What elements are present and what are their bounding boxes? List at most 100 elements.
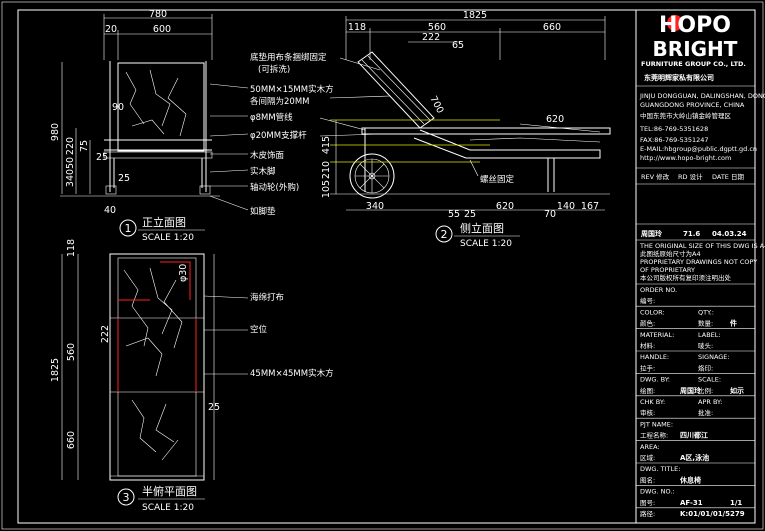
note-veneer: 木皮饰面 bbox=[250, 150, 285, 161]
dim-plan-222: 222 bbox=[100, 325, 111, 343]
tb-field-label: PJT NAME: bbox=[640, 420, 673, 428]
tb-field-label: COLOR: bbox=[640, 308, 665, 316]
dim-front-left: 20 bbox=[105, 24, 117, 35]
plan-note-leaders bbox=[203, 295, 249, 375]
dim-plan-25: 25 bbox=[208, 402, 220, 413]
tb-field-value2: 件 bbox=[730, 319, 737, 328]
rev-row-2: 71.6 bbox=[683, 230, 700, 238]
notice-5: 本公司版权所有复印须注明出处 bbox=[640, 273, 732, 282]
front-cushion-texture bbox=[125, 69, 187, 137]
company-cn: 东莞明辉家私有限公司 bbox=[644, 73, 714, 82]
notice-1: THE ORIGINAL SIZE OF THIS DWG IS A4 bbox=[639, 242, 765, 250]
side-backrest-slats bbox=[361, 55, 431, 125]
dim-side-340: 340 bbox=[366, 201, 384, 212]
dim-side-70: 70 bbox=[544, 209, 556, 220]
front-elevation: 780 600 20 980 220 50 75 340 90 25 40 25… bbox=[50, 9, 220, 243]
dim-side-210: 210 bbox=[321, 161, 332, 179]
note-wood-leg: 实木脚 bbox=[250, 166, 276, 177]
front-rail bbox=[103, 151, 213, 159]
tb-field-label: 材料: bbox=[640, 341, 655, 350]
tb-field-label: ORDER NO. bbox=[640, 286, 677, 294]
note-pipe: φ8MM管线 bbox=[250, 112, 293, 123]
logo-bottom: BRIGHT bbox=[653, 37, 738, 61]
dim-side-620: 620 bbox=[546, 114, 564, 125]
note-leaders-left bbox=[209, 83, 249, 211]
tb-field-label: 拉手: bbox=[640, 363, 655, 372]
tb-field-label: AREA: bbox=[640, 443, 660, 451]
dim-side-620b: 620 bbox=[496, 201, 514, 212]
email: E-MAIL:hbgroup@public.dgptt.gd.cn bbox=[640, 145, 757, 153]
dim-plan-660: 660 bbox=[66, 431, 77, 449]
tb-field-value: 休息椅 bbox=[679, 475, 701, 484]
rev-header-3: DATE 日期 bbox=[712, 173, 744, 181]
note-leaders-right bbox=[319, 57, 391, 137]
dim-side-105: 105 bbox=[321, 180, 332, 198]
tb-field-label: 编号: bbox=[640, 296, 655, 305]
note-wood-strip-2: 各间隔为20MM bbox=[250, 96, 309, 107]
dim-front-40: 40 bbox=[104, 205, 116, 216]
rev-header-1: REV 修改 bbox=[641, 172, 670, 181]
side-view-title: 侧立面图 bbox=[460, 221, 504, 235]
tb-field-value2: 1/1 bbox=[730, 499, 742, 507]
front-back-cushion bbox=[117, 62, 205, 152]
dim-plan-560: 560 bbox=[66, 343, 77, 361]
tb-field-value: 四川都江 bbox=[680, 431, 708, 440]
dim-side-25: 25 bbox=[464, 209, 476, 220]
cad-drawing-canvas: 780 600 20 980 220 50 75 340 90 25 40 25… bbox=[0, 0, 765, 531]
half-plan-view: 25 φ30 1825 118 222 560 660 海绵打布 空位 45MM… bbox=[50, 239, 334, 513]
address-1: JINJU DONGGUAN, DALINGSHAN, DONGGUAN bbox=[639, 92, 765, 100]
note-foot-pad: 如脚垫 bbox=[250, 206, 276, 217]
tb-field-label2: QTY.: bbox=[698, 308, 714, 316]
tb-field-label2: SCALE: bbox=[698, 376, 721, 384]
dim-plan-30: φ30 bbox=[178, 264, 189, 282]
note-screw-fix: 螺丝固定 bbox=[480, 174, 515, 185]
tb-field-value2: 如示 bbox=[730, 386, 744, 395]
side-view-number: 2 bbox=[441, 228, 448, 241]
side-view-scale: SCALE 1:20 bbox=[460, 239, 512, 249]
tb-field-label2: SIGNAGE: bbox=[698, 353, 730, 361]
tb-field-label2: 数量: bbox=[698, 319, 713, 328]
note-cushion-tie-2: (可拆洗) bbox=[258, 64, 290, 75]
rev-row-1: 周国玲 bbox=[641, 229, 663, 238]
plan-cushion bbox=[117, 257, 197, 477]
dim-side-660: 660 bbox=[543, 22, 561, 33]
tb-field-label2: 烙印: bbox=[698, 363, 713, 372]
logo-top: HOPO bbox=[659, 13, 731, 38]
plan-cushion-texture bbox=[123, 267, 183, 461]
dim-side-140: 140 bbox=[557, 201, 575, 212]
plan-view-title: 半俯平面图 bbox=[142, 484, 197, 498]
tb-field-label2: 批准: bbox=[698, 408, 713, 417]
drawing-svg: 780 600 20 980 220 50 75 340 90 25 40 25… bbox=[1, 1, 765, 530]
tb-field-label: 审核: bbox=[640, 408, 655, 417]
dim-front-inner-width: 600 bbox=[153, 24, 171, 35]
tb-field-label: 路径: bbox=[640, 509, 655, 518]
tb-field-label: 区域: bbox=[640, 453, 655, 462]
tb-field-value: K:01/01/01/5279 bbox=[680, 510, 745, 518]
tb-field-label: 图名: bbox=[640, 475, 655, 484]
tb-field-label2: LABEL: bbox=[698, 331, 721, 339]
front-view-scale: SCALE 1:20 bbox=[142, 233, 194, 243]
plan-view-number: 3 bbox=[123, 491, 130, 504]
side-backrest bbox=[357, 51, 435, 129]
front-view-number: 1 bbox=[125, 222, 132, 235]
material-notes: 底垫用布条捆绑固定 (可拆洗) 50MM×15MM实木方 各间隔为20MM φ8… bbox=[209, 52, 391, 217]
dim-plan-118: 118 bbox=[66, 239, 77, 257]
dim-front-90: 90 bbox=[112, 102, 124, 113]
note-wood-square: 45MM×45MM实木方 bbox=[250, 368, 334, 379]
dim-side-118: 118 bbox=[348, 22, 366, 33]
tb-field-value: A区,泳池 bbox=[680, 453, 709, 462]
note-empty-slot: 空位 bbox=[250, 324, 268, 335]
tel: TEL:86-769-5351628 bbox=[639, 125, 708, 133]
note-wood-strip: 50MM×15MM实木方 bbox=[250, 84, 334, 95]
dim-plan-1825: 1825 bbox=[50, 358, 61, 382]
dim-front-h4: 340 bbox=[65, 169, 76, 187]
dim-front-25: 25 bbox=[118, 173, 130, 184]
notice-3: PROPRIETARY DRAWINGS NOT COPY bbox=[640, 258, 757, 266]
side-elevation: 1825 118 560 660 222 65 700 620 415 210 … bbox=[321, 10, 611, 249]
note-sponge-fabric: 海绵打布 bbox=[250, 292, 284, 303]
note-cushion-tie: 底垫用布条捆绑固定 bbox=[250, 52, 327, 63]
tb-field-label2: APR BY: bbox=[698, 398, 722, 406]
dim-front-h3: 75 bbox=[79, 140, 90, 152]
plan-view-scale: SCALE 1:20 bbox=[142, 503, 194, 513]
tb-field-label: DWG. BY: bbox=[640, 376, 670, 384]
